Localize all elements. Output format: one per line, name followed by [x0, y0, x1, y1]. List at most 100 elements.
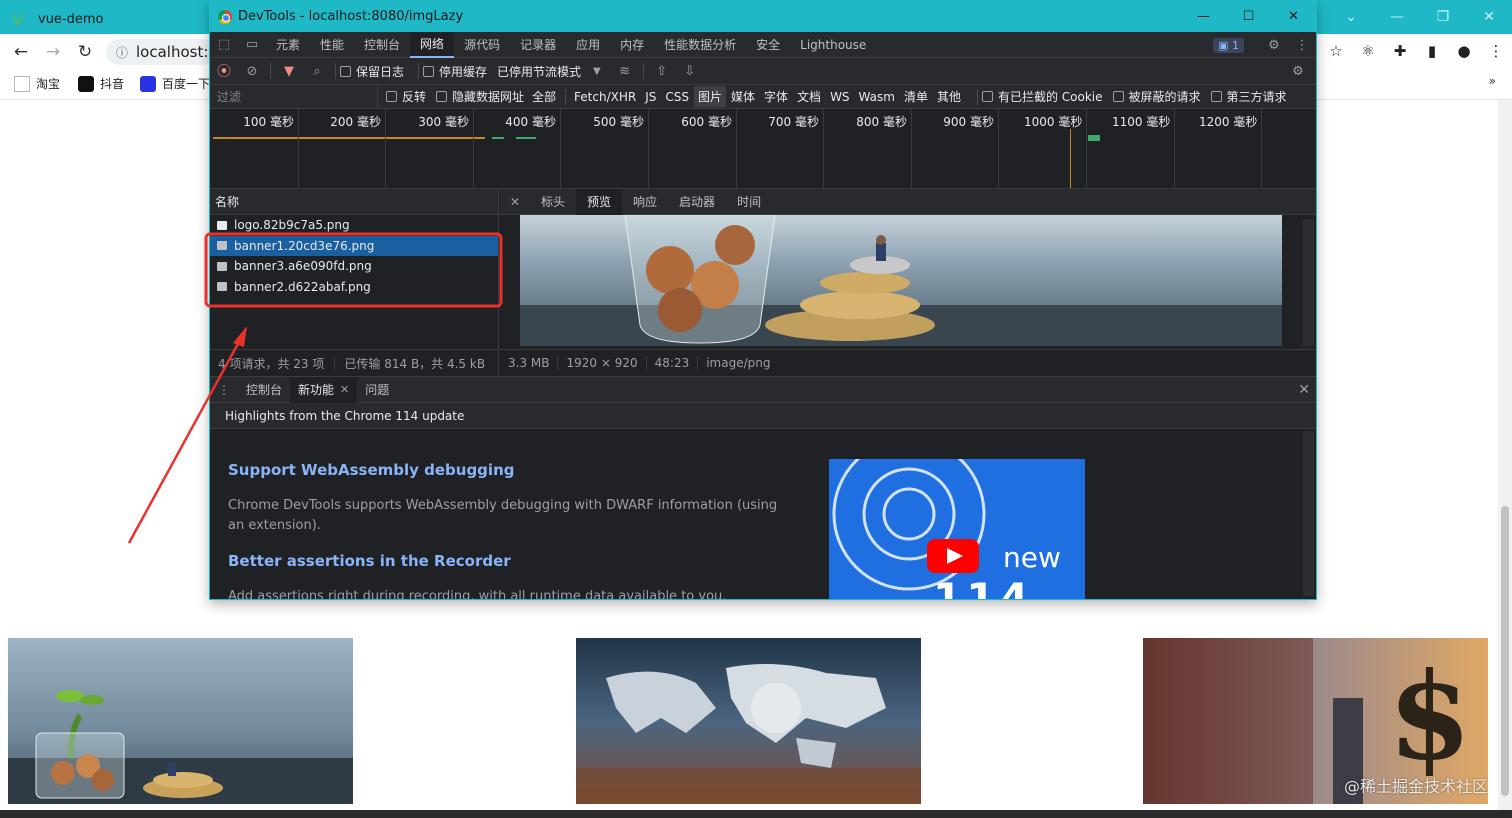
filter-wasm[interactable]: Wasm [855, 88, 899, 106]
tab-timing[interactable]: 时间 [726, 189, 772, 215]
tab-memory[interactable]: 内存 [610, 32, 654, 58]
request-row[interactable]: banner3.a6e090fd.png [210, 256, 498, 277]
tab-response[interactable]: 响应 [622, 189, 668, 215]
collapse-icon[interactable]: ⌄ [1328, 0, 1374, 34]
search-icon[interactable]: ⌕ [303, 58, 331, 85]
forward-icon[interactable]: → [40, 40, 66, 64]
tab-console[interactable]: 控制台 [354, 32, 410, 58]
image-ratio: 48:23 [655, 356, 699, 370]
preserve-log-checkbox[interactable]: 保留日志 [340, 63, 404, 80]
overview-bar [516, 137, 536, 139]
more-options-icon[interactable]: ⋮ [1288, 32, 1316, 58]
tab-sources[interactable]: 源代码 [454, 32, 510, 58]
issues-badge[interactable]: ▣ 1 [1213, 37, 1244, 53]
drawer-tab-whats-new[interactable]: 新功能 ✕ [290, 376, 358, 403]
name-column-header[interactable]: 名称 [210, 189, 498, 215]
filter-js[interactable]: JS [641, 88, 660, 106]
blocked-requests-checkbox[interactable]: 被屏蔽的请求 [1112, 88, 1201, 105]
side-panel-icon[interactable]: ▮ [1416, 42, 1448, 60]
feature-description: Add assertions right during recording, w… [228, 589, 727, 600]
extension-react-icon[interactable]: ⚛ [1352, 42, 1384, 60]
maximize-icon[interactable]: ❐ [1420, 0, 1466, 34]
tab-security[interactable]: 安全 [746, 32, 790, 58]
tab-network[interactable]: 网络 [410, 31, 455, 58]
filter-all[interactable]: 全部 [528, 86, 560, 107]
close-drawer-icon[interactable]: ✕ [1298, 377, 1310, 403]
clear-icon[interactable]: ⊘ [238, 58, 266, 85]
filter-input[interactable]: 过滤 [210, 84, 378, 109]
tab-headers[interactable]: 标头 [530, 189, 576, 215]
request-row[interactable]: banner2.d622abaf.png [210, 277, 498, 298]
record-icon[interactable]: ⦿ [210, 58, 238, 85]
filter-media[interactable]: 媒体 [727, 86, 759, 107]
request-row[interactable]: logo.82b9c7a5.png [210, 215, 498, 236]
network-conditions-icon[interactable]: ≋ [611, 58, 639, 85]
bookmark-douyin[interactable]: 抖音 [78, 75, 124, 92]
tab-recorder[interactable]: 记录器 [510, 32, 566, 58]
tab-lighthouse[interactable]: Lighthouse [790, 32, 876, 58]
menu-icon[interactable]: ⋮ [1480, 42, 1512, 60]
close-detail-icon[interactable]: ✕ [500, 189, 530, 215]
request-name: logo.82b9c7a5.png [234, 218, 350, 233]
bookmark-taobao[interactable]: 淘宝 [14, 75, 60, 92]
preview-scrollbar[interactable] [1303, 219, 1314, 346]
issues-icon: ▣ [1218, 38, 1232, 52]
hide-data-urls-checkbox[interactable]: 隐藏数据网址 [436, 88, 524, 105]
extensions-icon[interactable]: ✚ [1384, 42, 1416, 60]
page-scrollbar-thumb[interactable] [1501, 506, 1509, 796]
tab-elements[interactable]: 元素 [266, 32, 310, 58]
close-icon[interactable]: ✕ [1466, 0, 1512, 34]
tab-preview[interactable]: 预览 [576, 188, 623, 215]
filter-manifest[interactable]: 清单 [900, 86, 932, 107]
bookmark-star-icon[interactable]: ☆ [1320, 42, 1352, 60]
close-icon[interactable]: ✕ [1271, 1, 1316, 32]
drawer-menu-icon[interactable]: ⋮ [210, 377, 238, 403]
minimize-icon[interactable]: — [1374, 0, 1420, 34]
filter-ws[interactable]: WS [826, 88, 853, 106]
filter-font[interactable]: 字体 [760, 86, 792, 107]
request-row[interactable]: banner1.20cd3e76.png [210, 235, 498, 256]
minimize-icon[interactable]: — [1181, 1, 1226, 32]
profile-icon[interactable]: ● [1448, 42, 1480, 60]
info-icon[interactable]: ⓘ [116, 44, 128, 61]
throttle-select[interactable]: 已停用节流模式 ▼ [497, 63, 601, 80]
browser-tab[interactable]: V vue-demo [8, 4, 208, 34]
tab-performance-insights[interactable]: 性能数据分析 [654, 32, 746, 58]
image-size: 3.3 MB [508, 356, 559, 370]
tab-application[interactable]: 应用 [566, 32, 610, 58]
third-party-checkbox[interactable]: 第三方请求 [1210, 88, 1287, 105]
overview-tick-label: 500 毫秒 [593, 115, 644, 129]
inspect-element-icon[interactable]: ⬚ [210, 32, 238, 58]
export-har-icon[interactable]: ⇩ [676, 58, 704, 85]
more-bookmarks-icon[interactable]: » [1489, 74, 1496, 88]
overview-marker [1070, 129, 1071, 188]
maximize-icon[interactable]: ☐ [1226, 1, 1271, 32]
back-icon[interactable]: ← [8, 40, 34, 64]
feature-title[interactable]: Support WebAssembly debugging [228, 461, 514, 479]
drawer-scrollbar[interactable] [1303, 431, 1314, 596]
bookmark-baidu[interactable]: 百度一下 [140, 75, 210, 92]
close-tab-icon[interactable]: ✕ [340, 383, 349, 396]
device-toolbar-icon[interactable]: ▭ [238, 32, 266, 58]
blocked-cookies-checkbox[interactable]: 有已拦截的 Cookie [981, 88, 1103, 105]
settings-icon[interactable]: ⚙ [1260, 32, 1288, 58]
feature-title[interactable]: Better assertions in the Recorder [228, 552, 511, 570]
address-bar[interactable]: ⓘ localhost:8 [106, 39, 216, 65]
reload-icon[interactable]: ↻ [72, 40, 98, 64]
disable-cache-checkbox[interactable]: 停用缓存 [423, 63, 487, 80]
drawer-tab-console[interactable]: 控制台 [238, 377, 290, 403]
tab-initiator[interactable]: 启动器 [668, 189, 726, 215]
filter-fetch-xhr[interactable]: Fetch/XHR [570, 88, 640, 106]
filter-icon[interactable]: ▼ [275, 58, 303, 85]
whats-new-video-thumbnail[interactable]: new 114 [829, 459, 1085, 599]
invert-checkbox[interactable]: 反转 [386, 88, 426, 105]
filter-img[interactable]: 图片 [694, 86, 727, 107]
drawer-tab-issues[interactable]: 问题 [357, 377, 397, 403]
tab-performance[interactable]: 性能 [310, 32, 354, 58]
network-overview[interactable]: 100 毫秒 200 毫秒 300 毫秒 400 毫秒 500 毫秒 600 毫秒 700 … [210, 109, 1316, 189]
network-settings-icon[interactable]: ⚙ [1284, 58, 1312, 85]
filter-doc[interactable]: 文档 [793, 86, 825, 107]
filter-css[interactable]: CSS [661, 88, 693, 106]
filter-other[interactable]: 其他 [933, 86, 965, 107]
import-har-icon[interactable]: ⇧ [648, 58, 676, 85]
